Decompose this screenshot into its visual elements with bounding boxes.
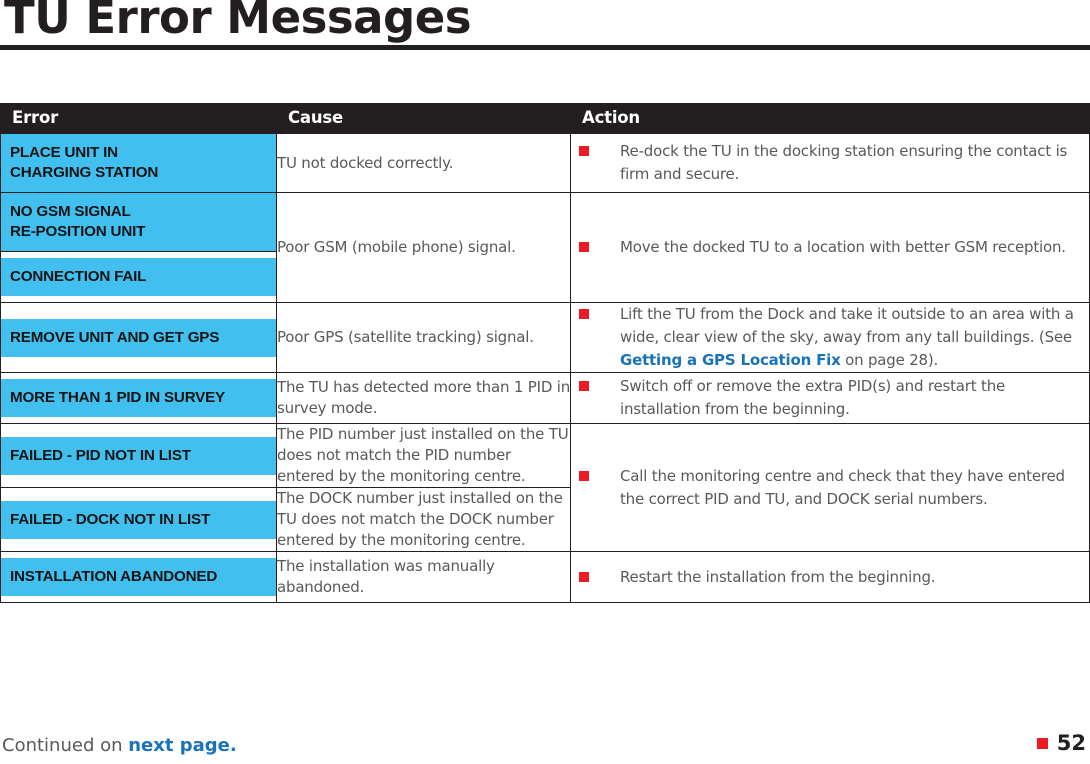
cause-cell: Poor GPS (satellite tracking) signal. [276, 302, 571, 373]
page-number: 52 [1056, 731, 1086, 755]
action-text: Restart the installation from the beginn… [620, 567, 936, 586]
red-square-bullet-icon [579, 381, 589, 391]
error-code-chip: PLACE UNIT IN CHARGING STATION [1, 134, 276, 192]
table-row: FAILED - PID NOT IN LIST The PID number … [0, 423, 1090, 552]
error-code-chip: MORE THAN 1 PID IN SURVEY [1, 379, 276, 417]
cause-cell: The DOCK number just installed on the TU… [276, 487, 571, 552]
continued-note: Continued on next page. [2, 735, 237, 756]
error-code-chip: NO GSM SIGNAL RE-POSITION UNIT [1, 193, 276, 251]
table-row: NO GSM SIGNAL RE-POSITION UNIT Poor GSM (… [0, 192, 1090, 303]
cause-cell: The PID number just installed on the TU … [276, 423, 571, 488]
error-cell: PLACE UNIT IN CHARGING STATION [0, 133, 277, 193]
action-cell: Lift the TU from the Dock and take it ou… [570, 302, 1090, 373]
next-page-link[interactable]: next page. [128, 735, 236, 756]
error-code-chip: FAILED - PID NOT IN LIST [1, 436, 276, 475]
table-header-row: Error Cause Action [0, 103, 1090, 134]
column-header-error: Error [0, 103, 277, 134]
cause-cell: The TU has detected more than 1 PID in s… [276, 372, 571, 424]
column-header-cause: Cause [276, 103, 571, 134]
table-row: INSTALLATION ABANDONED The installation … [0, 551, 1090, 603]
error-cell: FAILED - DOCK NOT IN LIST [0, 487, 277, 552]
action-text: Move the docked TU to a location with be… [620, 238, 1066, 256]
cause-cell: The installation was manually abandoned. [276, 551, 571, 603]
error-cell: REMOVE UNIT AND GET GPS [0, 302, 277, 373]
action-cell: Switch off or remove the extra PID(s) an… [570, 372, 1090, 424]
action-cell: Call the monitoring centre and check tha… [570, 423, 1090, 552]
action-text: Lift the TU from the Dock and take it ou… [620, 303, 1089, 372]
error-cell: MORE THAN 1 PID IN SURVEY [0, 372, 277, 424]
table-row: PLACE UNIT IN CHARGING STATION TU not doc… [0, 133, 1090, 193]
action-text-before: Lift the TU from the Dock and take it ou… [620, 305, 1074, 346]
tu-error-messages-table: Error Cause Action PLACE UNIT IN CHARGING… [0, 103, 1090, 603]
action-text-after: on page 28). [840, 351, 939, 369]
red-square-bullet-icon [579, 146, 589, 156]
page-title: TU Error Messages [4, 0, 472, 44]
cause-cell: TU not docked correctly. [276, 133, 571, 193]
red-square-bullet-icon [579, 470, 589, 481]
error-code-chip: FAILED - DOCK NOT IN LIST [1, 500, 276, 539]
action-text: Re-dock the TU in the docking station en… [620, 142, 1068, 183]
error-cell: FAILED - PID NOT IN LIST [0, 423, 277, 488]
red-square-icon [1036, 738, 1048, 749]
title-divider [0, 45, 1090, 50]
action-cell: Move the docked TU to a location with be… [570, 192, 1090, 303]
action-text: Switch off or remove the extra PID(s) an… [620, 377, 1006, 418]
error-cell: NO GSM SIGNAL RE-POSITION UNIT [0, 192, 277, 252]
error-code-chip: REMOVE UNIT AND GET GPS [1, 318, 276, 357]
error-code-chip: INSTALLATION ABANDONED [1, 558, 276, 596]
error-cell: CONNECTION FAIL [0, 251, 277, 303]
error-code-chip: CONNECTION FAIL [1, 258, 276, 296]
continued-prefix: Continued on [2, 735, 129, 756]
red-square-bullet-icon [579, 309, 589, 319]
red-square-bullet-icon [579, 571, 589, 582]
cause-cell: Poor GSM (mobile phone) signal. [276, 192, 571, 303]
action-cell: Restart the installation from the beginn… [570, 551, 1090, 603]
table-row: MORE THAN 1 PID IN SURVEY The TU has det… [0, 372, 1090, 424]
table-row: REMOVE UNIT AND GET GPS Poor GPS (satell… [0, 302, 1090, 373]
error-cell: INSTALLATION ABANDONED [0, 551, 277, 603]
cross-reference-link[interactable]: Getting a GPS Location Fix [620, 351, 841, 369]
page-footer: 52 [1036, 731, 1086, 755]
red-square-bullet-icon [579, 242, 589, 252]
action-cell: Re-dock the TU in the docking station en… [570, 133, 1090, 193]
action-text: Call the monitoring centre and check tha… [620, 466, 1065, 508]
column-header-action: Action [570, 103, 1090, 134]
